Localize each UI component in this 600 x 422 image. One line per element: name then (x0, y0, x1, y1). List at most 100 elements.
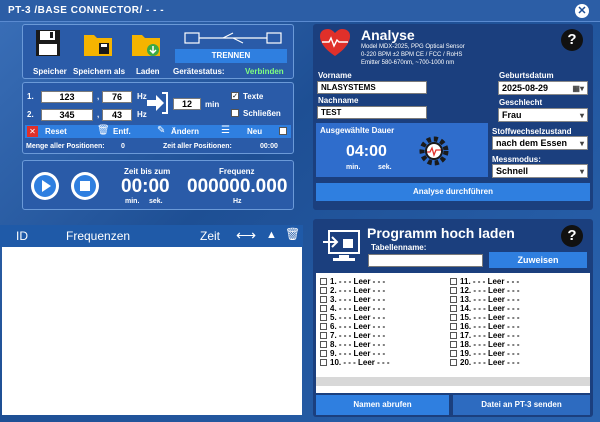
list-item[interactable]: 9. - - - Leer - - - (320, 349, 450, 358)
list-item[interactable]: 15. - - - Leer - - - (450, 313, 586, 322)
list-item[interactable]: 8. - - - Leer - - - (320, 340, 450, 349)
birthdate-value: 2025-08-29 (502, 83, 549, 93)
count-value: 0 (121, 143, 125, 150)
list-item-checkbox[interactable] (450, 305, 457, 313)
gender-select[interactable]: Frau ▾ (498, 108, 588, 122)
duration-min-label: min. (346, 164, 361, 171)
close-icon[interactable]: ✕ (575, 4, 589, 18)
row1-freq-dec-input[interactable]: 76 (102, 91, 132, 103)
list-item[interactable]: 16. - - - Leer - - - (450, 322, 586, 331)
birthdate-picker[interactable]: 2025-08-29 ▦▾ (498, 81, 588, 95)
calendar-icon[interactable]: ▦▾ (572, 82, 584, 95)
list-item-checkbox[interactable] (320, 296, 327, 304)
save-icon[interactable] (35, 29, 61, 57)
edit-button[interactable]: Ändern (171, 127, 199, 136)
firstname-input[interactable]: NLASYSTEMS (317, 81, 427, 94)
list-item-checkbox[interactable] (320, 278, 327, 286)
list-item-checkbox[interactable] (320, 323, 327, 331)
list-item[interactable]: 5. - - - Leer - - - (320, 313, 450, 322)
save-as-folder-icon[interactable] (83, 31, 113, 57)
list-item[interactable]: 12. - - - Leer - - - (450, 286, 586, 295)
sensor-model: Model MDX-2025, PPG Optical Sensor (361, 44, 465, 50)
list-item-checkbox[interactable] (450, 332, 457, 340)
list-item-checkbox[interactable] (450, 287, 457, 295)
list-item[interactable]: 3. - - - Leer - - - (320, 295, 450, 304)
help-icon[interactable]: ? (561, 225, 583, 247)
list-item-checkbox[interactable] (450, 323, 457, 331)
trash-icon[interactable]: 🗑 (285, 227, 300, 241)
list-item[interactable]: 1. - - - Leer - - - (320, 277, 450, 286)
schliessen-checkbox[interactable] (231, 109, 239, 117)
fetch-names-button[interactable]: Namen abrufen (316, 395, 449, 415)
mode-select[interactable]: Schnell ▾ (492, 164, 588, 178)
list-item-checkbox[interactable] (320, 305, 327, 313)
list-item-checkbox[interactable] (450, 350, 457, 358)
list-item[interactable]: 19. - - - Leer - - - (450, 349, 586, 358)
list-scrollbar[interactable] (316, 377, 590, 386)
table-body[interactable] (2, 247, 302, 415)
list-item-checkbox[interactable] (450, 314, 457, 322)
list-icon[interactable]: ☰ (221, 125, 230, 136)
load-folder-icon[interactable] (131, 31, 161, 57)
new-checkbox[interactable] (279, 127, 287, 135)
help-icon[interactable]: ? (561, 29, 583, 51)
swap-icon[interactable]: ⟷ (236, 227, 256, 244)
send-file-button[interactable]: Datei an PT-3 senden (453, 395, 590, 415)
list-item[interactable]: 2. - - - Leer - - - (320, 286, 450, 295)
metabolic-select[interactable]: nach dem Essen ▾ (492, 136, 588, 150)
import-arrow-icon[interactable] (145, 91, 169, 115)
texte-checkbox[interactable]: ✓ (231, 92, 239, 100)
row2-freq-dec-input[interactable]: 43 (102, 109, 132, 121)
reset-button[interactable]: Reset (45, 127, 67, 136)
list-item-checkbox[interactable] (320, 350, 327, 358)
row1-freq-int-input[interactable]: 123 (41, 91, 93, 103)
list-item[interactable]: 11. - - - Leer - - - (450, 277, 586, 286)
disconnect-button[interactable]: TRENNEN (175, 49, 287, 63)
list-item-checkbox[interactable] (450, 296, 457, 304)
list-item-label: 19. - - - Leer - - - (460, 349, 520, 358)
list-item-label: 9. - - - Leer - - - (330, 349, 386, 358)
list-item-checkbox[interactable] (320, 287, 327, 295)
col-id-header[interactable]: ID (16, 229, 28, 243)
firstname-label: Vorname (318, 71, 352, 80)
play-button[interactable] (31, 172, 59, 200)
list-item[interactable]: 7. - - - Leer - - - (320, 331, 450, 340)
save-as-button[interactable]: Speichern als (73, 67, 125, 76)
list-item-checkbox[interactable] (450, 359, 457, 367)
delete-button[interactable]: Entf. (113, 127, 131, 136)
list-item[interactable]: 14. - - - Leer - - - (450, 304, 586, 313)
col-time-header[interactable]: Zeit (200, 229, 220, 243)
list-item[interactable]: 4. - - - Leer - - - (320, 304, 450, 313)
edit-icon[interactable]: ✎ (157, 125, 165, 136)
list-item-checkbox[interactable] (450, 278, 457, 286)
load-button[interactable]: Laden (136, 67, 160, 76)
list-item-checkbox[interactable] (320, 332, 327, 340)
lastname-input[interactable]: TEST (317, 106, 427, 119)
list-item-checkbox[interactable] (450, 341, 457, 349)
run-analysis-button[interactable]: Analyse durchführen (316, 183, 590, 201)
list-item-checkbox[interactable] (320, 314, 327, 322)
new-button[interactable]: Neu (247, 127, 262, 136)
list-item-label: 17. - - - Leer - - - (460, 331, 520, 340)
list-item[interactable]: 17. - - - Leer - - - (450, 331, 586, 340)
row2-freq-int-input[interactable]: 345 (41, 109, 93, 121)
settings-gear-icon[interactable] (416, 133, 452, 169)
reset-icon[interactable]: ✕ (27, 126, 38, 137)
stop-button[interactable] (71, 172, 99, 200)
list-item-checkbox[interactable] (320, 341, 327, 349)
frequency-value: 000000.000 (187, 176, 288, 197)
list-item[interactable]: 13. - - - Leer - - - (450, 295, 586, 304)
col-frequencies-header[interactable]: Frequenzen (66, 229, 130, 243)
table-name-input[interactable] (368, 254, 483, 267)
assign-button[interactable]: Zuweisen (489, 252, 587, 268)
list-item[interactable]: 10. - - - Leer - - - (320, 358, 450, 367)
sort-up-icon[interactable]: ▲ (266, 229, 277, 241)
minutes-input[interactable]: 12 (173, 98, 201, 110)
save-button[interactable]: Speicher (33, 67, 67, 76)
list-item[interactable]: 6. - - - Leer - - - (320, 322, 450, 331)
trash-icon[interactable]: 🗑 (97, 125, 110, 136)
list-item[interactable]: 18. - - - Leer - - - (450, 340, 586, 349)
list-item-checkbox[interactable] (320, 359, 327, 367)
toolbar-panel: Speicher Speichern als Laden TRENNEN Ger… (22, 24, 294, 79)
list-item[interactable]: 20. - - - Leer - - - (450, 358, 586, 367)
